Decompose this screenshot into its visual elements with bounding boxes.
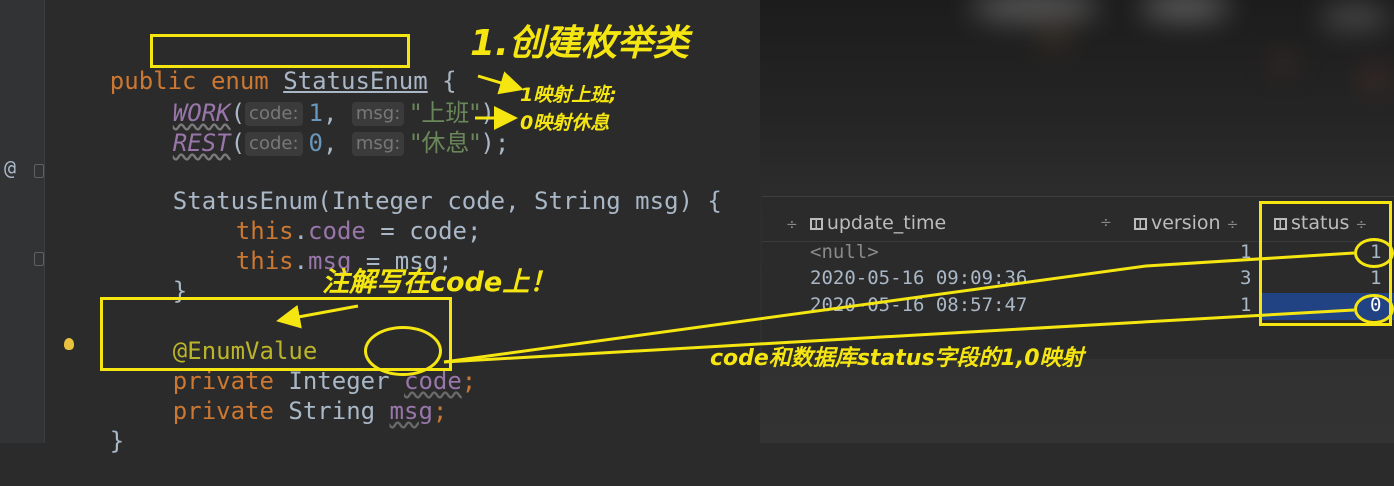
code-line-cut [52, 0, 254, 8]
fold-icon[interactable] [34, 252, 44, 266]
code-line-close-ctor: } [115, 246, 187, 305]
column-header-update-time[interactable]: ÷ update_time [786, 208, 946, 238]
code-line-constructor: StatusEnum(Integer code, String msg) { [115, 156, 722, 215]
lightbulb-icon[interactable] [64, 338, 74, 350]
sort-icon[interactable]: ÷ [1100, 208, 1112, 238]
enum-constant-rest: REST [172, 129, 231, 157]
code-line-assign-code: this.code = code; [235, 217, 482, 245]
editor-gutter: @ [0, 0, 74, 443]
rest-code-value: 0 [308, 129, 323, 157]
code-line-close-enum: } [52, 396, 124, 455]
cell-version[interactable]: 1 [1240, 240, 1251, 265]
param-hint-msg: msg: [351, 132, 405, 156]
cell-update-time[interactable]: <null> [810, 240, 879, 265]
rest-msg-value: "休息" [410, 129, 481, 157]
column-icon [1134, 218, 1147, 230]
keyword-private: private [172, 397, 274, 425]
annotation-create-enum: 1.创建枚举类 [470, 23, 689, 64]
keyword-this: this [235, 247, 294, 275]
cell-version[interactable]: 3 [1240, 266, 1251, 291]
close-brace: } [109, 427, 125, 455]
override-marker[interactable]: @ [4, 156, 16, 180]
annotation-map-rest: 0映射休息 [520, 112, 610, 134]
column-header-version[interactable]: version ÷ [1134, 208, 1238, 238]
code-line-work: WORK(code: 1, msg: "上班"), [172, 99, 510, 127]
field-msg: msg [389, 397, 433, 425]
highlight-circle-status-1 [1354, 238, 1394, 268]
cell-version[interactable]: 1 [1240, 293, 1251, 318]
code-line-rest: REST(code: 0, msg: "休息"); [172, 129, 510, 157]
column-icon [809, 218, 823, 230]
code-line-assign-msg: this.msg = msg; [235, 247, 453, 275]
cell-update-time[interactable]: 2020-05-16 09:09:36 [810, 266, 1027, 291]
annotation-map-work: 1映射上班; [520, 84, 617, 106]
cell-update-time[interactable]: 2020-05-16 08:57:47 [810, 293, 1027, 318]
annotation-note-mapping: code和数据库status字段的1,0映射 [710, 346, 1084, 371]
annotation-note-code: 注解写在code上！ [322, 267, 557, 298]
highlight-box-enum-name [150, 34, 410, 68]
string-type: String [273, 397, 390, 425]
highlight-circle-code [364, 326, 442, 376]
param-hint-code: code: [245, 132, 303, 156]
fold-icon[interactable] [34, 164, 44, 178]
highlight-circle-status-0 [1354, 294, 1394, 324]
